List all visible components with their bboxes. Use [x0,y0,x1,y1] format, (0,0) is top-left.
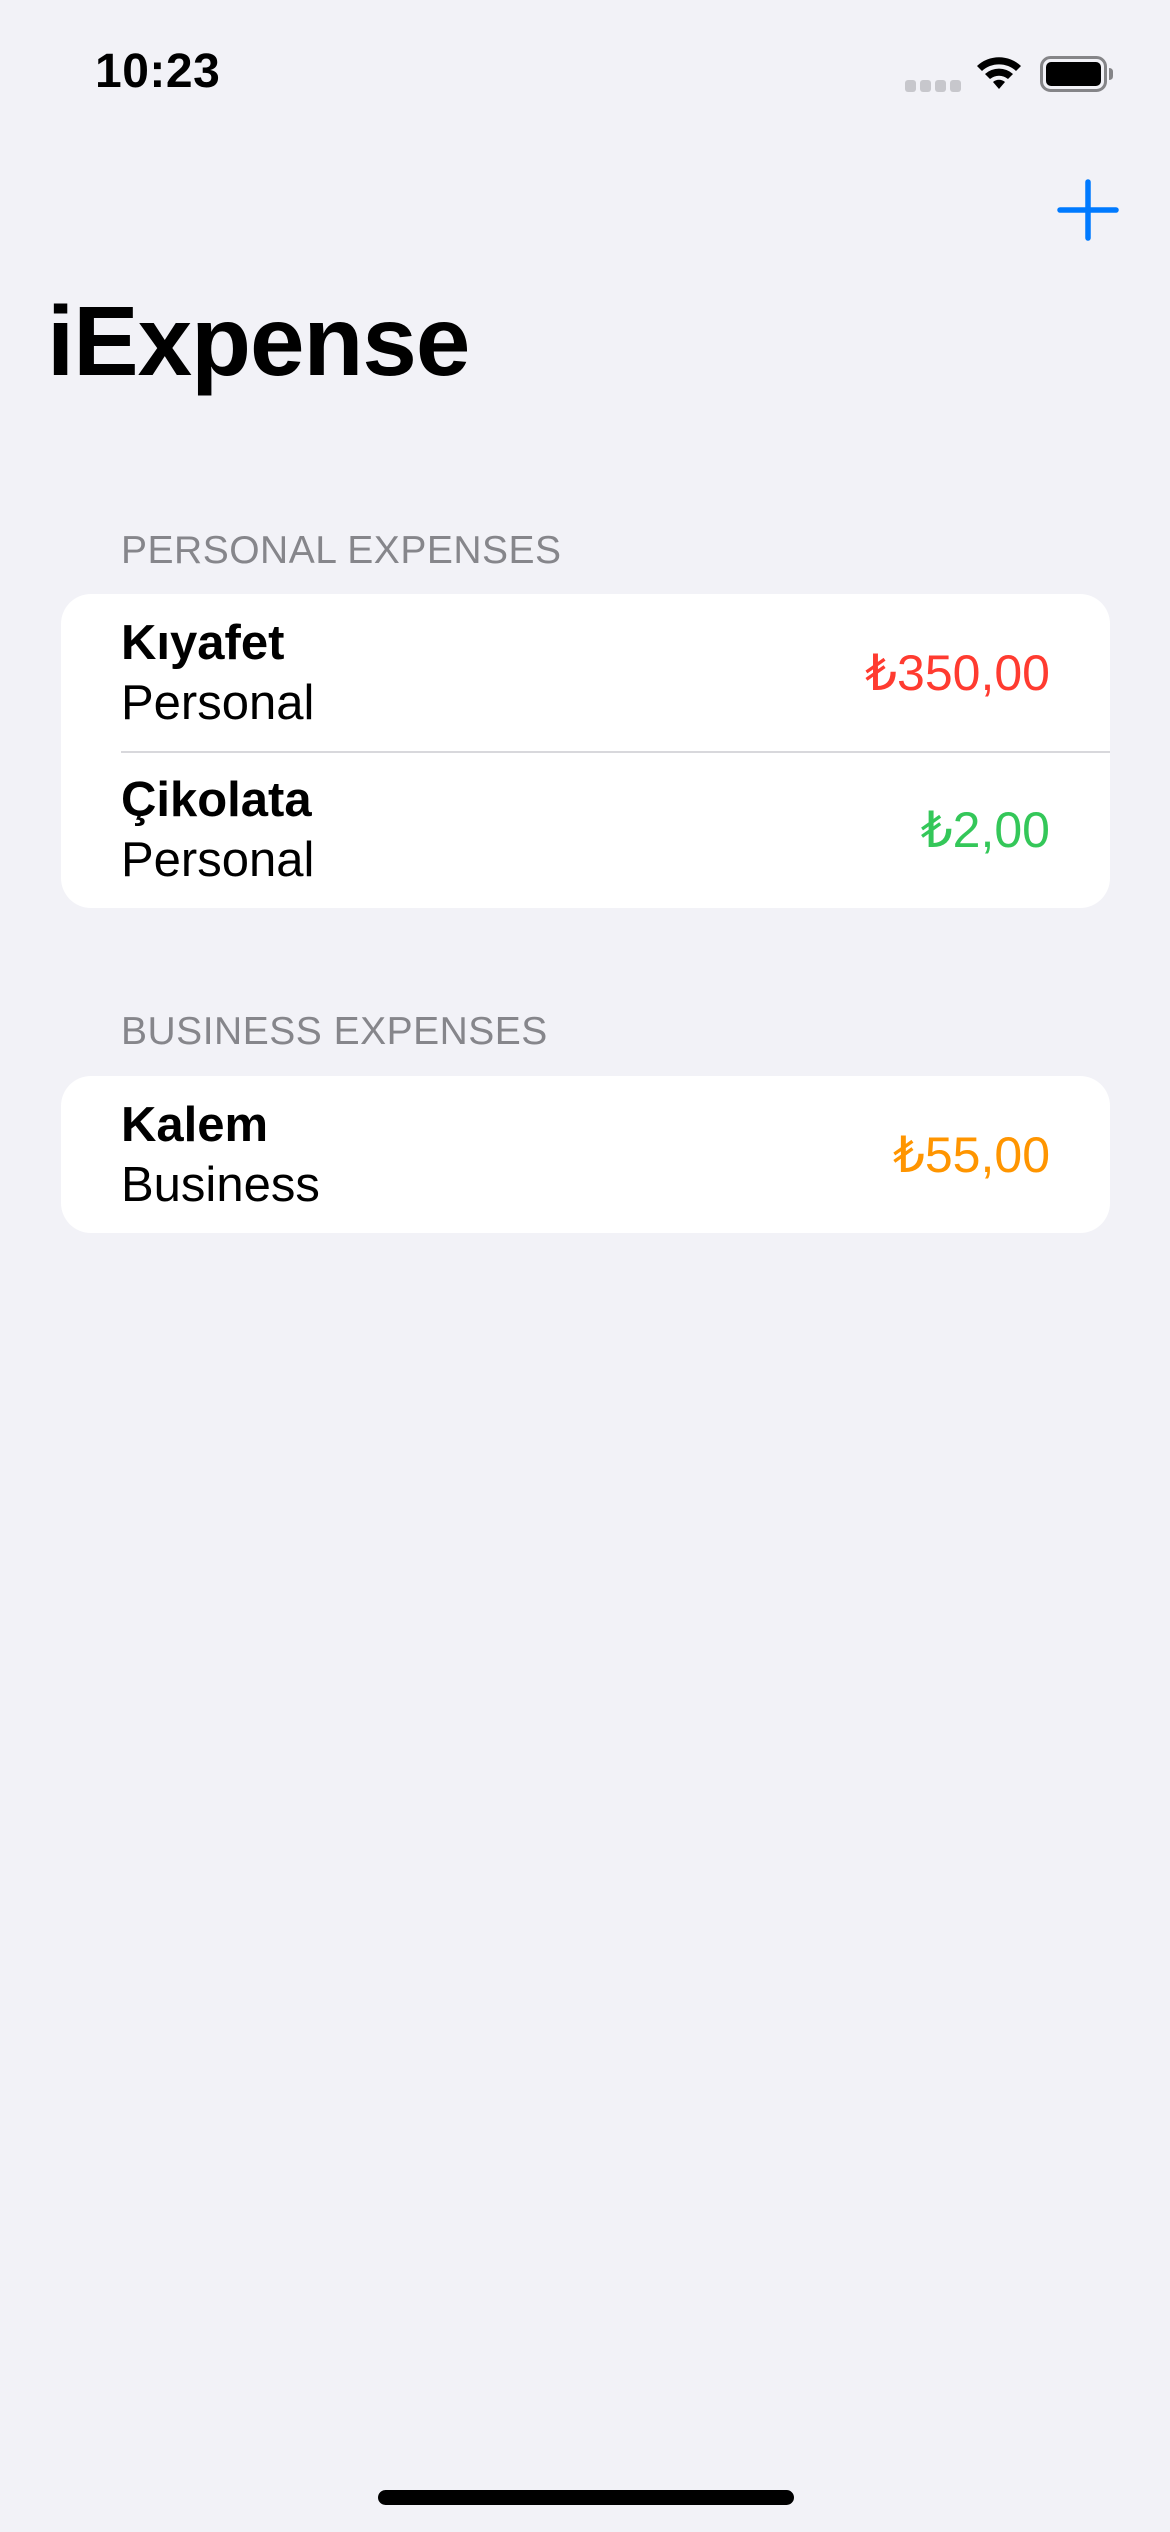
home-indicator[interactable] [378,2490,794,2505]
personal-expenses-list: Kıyafet Personal ₺350,00 Çikolata Person… [61,594,1110,908]
expense-row[interactable]: Kıyafet Personal ₺350,00 [61,594,1110,751]
business-expenses-list: Kalem Business ₺55,00 [61,1076,1110,1233]
section-header-business: BUSINESS EXPENSES [121,1010,548,1053]
expense-row[interactable]: Kalem Business ₺55,00 [61,1076,1110,1233]
expense-amount: ₺55,00 [893,1127,1050,1183]
screen: 10:23 iExpense PERSONAL EXPENSES Kıyafet… [0,0,1170,2532]
status-time: 10:23 [95,45,221,98]
expense-name: Çikolata [121,773,312,827]
expense-amount: ₺350,00 [865,645,1050,701]
status-bar: 10:23 [0,0,1170,140]
wifi-icon [977,57,1021,89]
section-header-personal: PERSONAL EXPENSES [121,529,562,572]
expense-type: Personal [121,833,315,887]
expense-type: Personal [121,676,315,730]
expense-name: Kıyafet [121,616,285,670]
expense-amount: ₺2,00 [920,802,1050,858]
expense-row[interactable]: Çikolata Personal ₺2,00 [61,751,1110,908]
cellular-signal-icon [905,80,961,92]
battery-icon [1040,56,1113,92]
expense-type: Business [121,1158,320,1212]
plus-icon[interactable] [1056,178,1120,242]
page-title: iExpense [47,286,470,396]
expense-name: Kalem [121,1098,269,1152]
